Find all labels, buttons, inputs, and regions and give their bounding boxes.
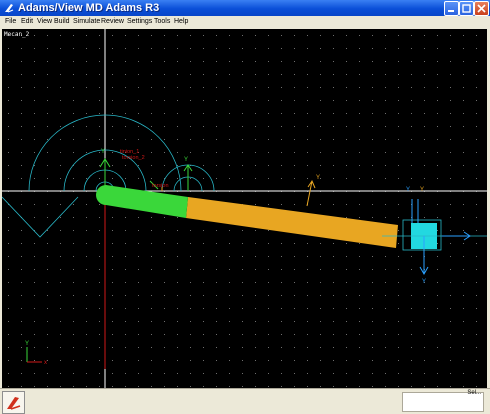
title-bar: Adams/View MD Adams R3 [0, 0, 490, 16]
marker-label-6: Y [422, 279, 426, 285]
menu-build[interactable]: Build [54, 16, 70, 28]
view-triad: Y x [25, 341, 47, 366]
menu-edit[interactable]: Edit [21, 16, 33, 28]
menu-review[interactable]: Review [101, 16, 124, 28]
menu-simulate[interactable]: Simulate [73, 16, 100, 28]
joint-label-torsion-2: torsion_2 [122, 155, 145, 161]
menu-help[interactable]: Help [174, 16, 188, 28]
close-icon [477, 4, 486, 13]
selection-info-text: Sel... [467, 390, 481, 396]
ground-v-shape [2, 196, 79, 238]
menu-bar: File Edit View Build Simulate Review Set… [0, 16, 490, 28]
menu-file[interactable]: File [5, 16, 16, 28]
maximize-button[interactable] [459, 1, 474, 16]
minimize-icon [448, 10, 454, 12]
status-bar: Sel... [0, 388, 490, 414]
marker-label-1: Y [101, 149, 105, 155]
app-window: Adams/View MD Adams R3 File Edit View Bu… [0, 0, 490, 414]
model-canvas[interactable]: Y Y Y Y Y Y tinion_1 torsion_2 torsion Y… [2, 29, 487, 388]
status-message-field [26, 392, 398, 412]
window-title: Adams/View MD Adams R3 [18, 2, 160, 14]
adams-swoosh-icon [7, 397, 21, 410]
marker-label-4: Y [406, 187, 410, 193]
marker-label-5: Y [420, 187, 424, 193]
adams-toolbox-button[interactable] [2, 391, 25, 414]
triad-y-label: Y [25, 341, 29, 347]
selection-info-box: Sel... [402, 390, 484, 412]
minimize-button[interactable] [444, 1, 459, 16]
menu-settings[interactable]: Settings [127, 16, 152, 28]
connecting-rod[interactable] [186, 197, 398, 248]
menu-tools[interactable]: Tools [154, 16, 170, 28]
menu-view[interactable]: View [37, 16, 52, 28]
maximize-icon [462, 4, 471, 13]
model-viewport[interactable]: Y Y Y Y Y Y tinion_1 torsion_2 torsion Y… [2, 29, 487, 388]
joint-label-torsion: torsion [152, 183, 169, 189]
triad-x-label: x [44, 360, 47, 366]
model-name: Mecan_2 [4, 31, 30, 38]
marker-label-3: Y [316, 175, 320, 181]
adams-logo-icon [5, 4, 14, 13]
close-button[interactable] [474, 1, 489, 16]
marker-label-2: Y [184, 157, 188, 163]
